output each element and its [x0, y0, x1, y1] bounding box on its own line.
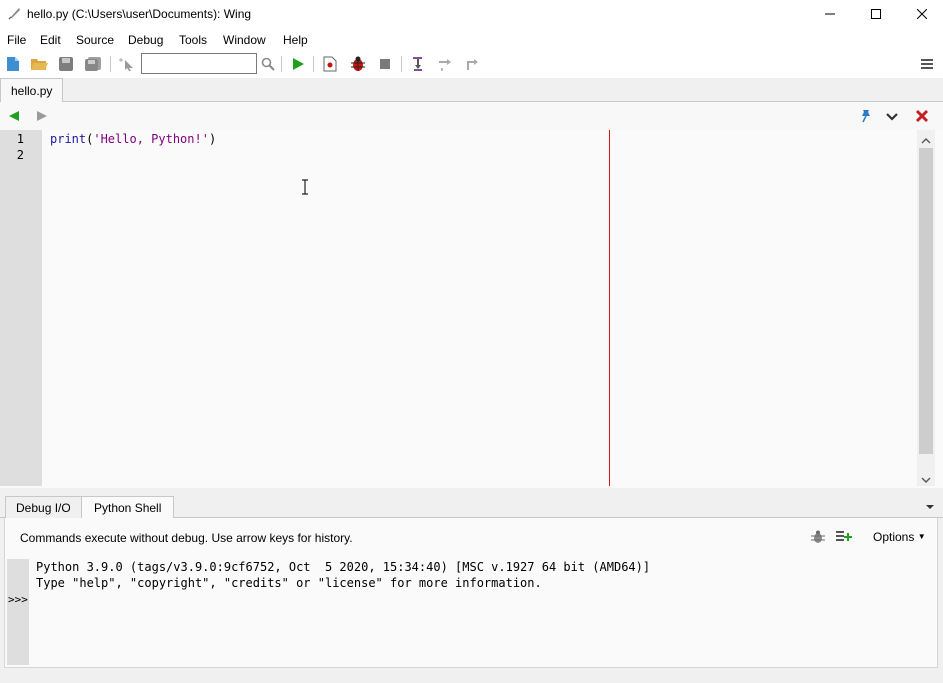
tab-python-shell[interactable]: Python Shell	[81, 496, 175, 518]
scrollbar-thumb[interactable]	[919, 148, 933, 454]
editor-tab-bar: hello.py	[0, 78, 943, 102]
minimize-button[interactable]	[807, 0, 853, 28]
chevron-down-icon[interactable]	[886, 111, 898, 125]
toolbar-separator	[110, 56, 111, 72]
status-bar	[0, 670, 943, 683]
menu-help[interactable]: Help	[283, 33, 308, 47]
step-out-icon[interactable]	[462, 54, 482, 74]
shell-gutter	[7, 559, 29, 665]
scroll-down-icon[interactable]	[921, 473, 931, 487]
code-function: print	[50, 132, 87, 146]
shell-hint-text: Commands execute without debug. Use arro…	[20, 531, 353, 545]
menu-bar: File Edit Source Debug Tools Window Help	[0, 28, 943, 50]
search-icon[interactable]	[258, 54, 278, 74]
code-paren: )	[208, 132, 217, 146]
wing-feather-icon	[8, 6, 22, 20]
code-string: 'Hello, Python!'	[93, 132, 209, 146]
title-bar: hello.py (C:\Users\user\Documents): Wing	[0, 0, 943, 28]
breakpoint-file-icon[interactable]	[320, 54, 340, 74]
bottom-panel-tabs: Debug I/O Python Shell	[0, 494, 943, 518]
menu-debug[interactable]: Debug	[128, 33, 163, 47]
menu-edit[interactable]: Edit	[40, 33, 61, 47]
tab-debug-io[interactable]: Debug I/O	[5, 496, 82, 518]
back-arrow-icon[interactable]	[8, 110, 20, 125]
line-number: 2	[16, 148, 24, 162]
shell-output-line: Python 3.9.0 (tags/v3.9.0:9cf6752, Oct 5…	[36, 560, 651, 574]
code-editor[interactable]: 1 2 print('Hello, Python!')	[0, 130, 943, 488]
debug-bug-icon[interactable]	[348, 54, 368, 74]
line-number-gutter: 1 2	[0, 130, 42, 486]
save-all-icon[interactable]	[83, 54, 103, 74]
menu-window[interactable]: Window	[223, 33, 266, 47]
shell-prompt: >>>	[8, 593, 28, 606]
close-editor-icon[interactable]	[915, 109, 929, 126]
menu-file[interactable]: File	[7, 33, 26, 47]
options-button[interactable]: Options ▼	[873, 530, 926, 544]
close-window-button[interactable]	[899, 0, 943, 28]
open-folder-icon[interactable]	[29, 54, 49, 74]
edge-column-marker	[609, 130, 610, 486]
run-icon[interactable]	[288, 54, 308, 74]
bug-filter-icon[interactable]	[811, 530, 825, 547]
forward-arrow-icon[interactable]	[36, 110, 48, 125]
panel-menu-icon[interactable]	[925, 500, 935, 514]
menu-icon[interactable]	[917, 54, 937, 74]
save-icon[interactable]	[56, 54, 76, 74]
new-shell-icon[interactable]	[836, 530, 852, 547]
vertical-scrollbar[interactable]	[917, 130, 935, 486]
toolbar	[0, 50, 943, 78]
pin-icon[interactable]	[858, 109, 872, 126]
editor-nav-bar	[0, 102, 943, 130]
search-input[interactable]	[141, 53, 257, 74]
step-over-icon[interactable]	[435, 54, 455, 74]
text-cursor-icon	[301, 179, 309, 198]
python-shell[interactable]: Commands execute without debug. Use arro…	[4, 518, 938, 668]
select-pointer-icon[interactable]	[116, 54, 136, 74]
tab-hello-py[interactable]: hello.py	[0, 78, 63, 102]
options-label: Options	[873, 530, 915, 544]
code-line[interactable]: print('Hello, Python!')	[50, 132, 216, 146]
new-file-icon[interactable]	[3, 54, 23, 74]
maximize-button[interactable]	[853, 0, 899, 28]
scroll-up-icon[interactable]	[921, 134, 931, 148]
step-into-icon[interactable]	[408, 54, 428, 74]
window-title: hello.py (C:\Users\user\Documents): Wing	[27, 7, 252, 21]
toolbar-separator	[401, 56, 402, 72]
line-number: 1	[16, 132, 24, 146]
caret-down-icon: ▼	[917, 532, 926, 541]
menu-source[interactable]: Source	[76, 33, 114, 47]
toolbar-separator	[313, 56, 314, 72]
toolbar-separator	[281, 56, 282, 72]
stop-icon[interactable]	[375, 54, 395, 74]
shell-output-line: Type "help", "copyright", "credits" or "…	[36, 576, 542, 590]
menu-tools[interactable]: Tools	[179, 33, 207, 47]
